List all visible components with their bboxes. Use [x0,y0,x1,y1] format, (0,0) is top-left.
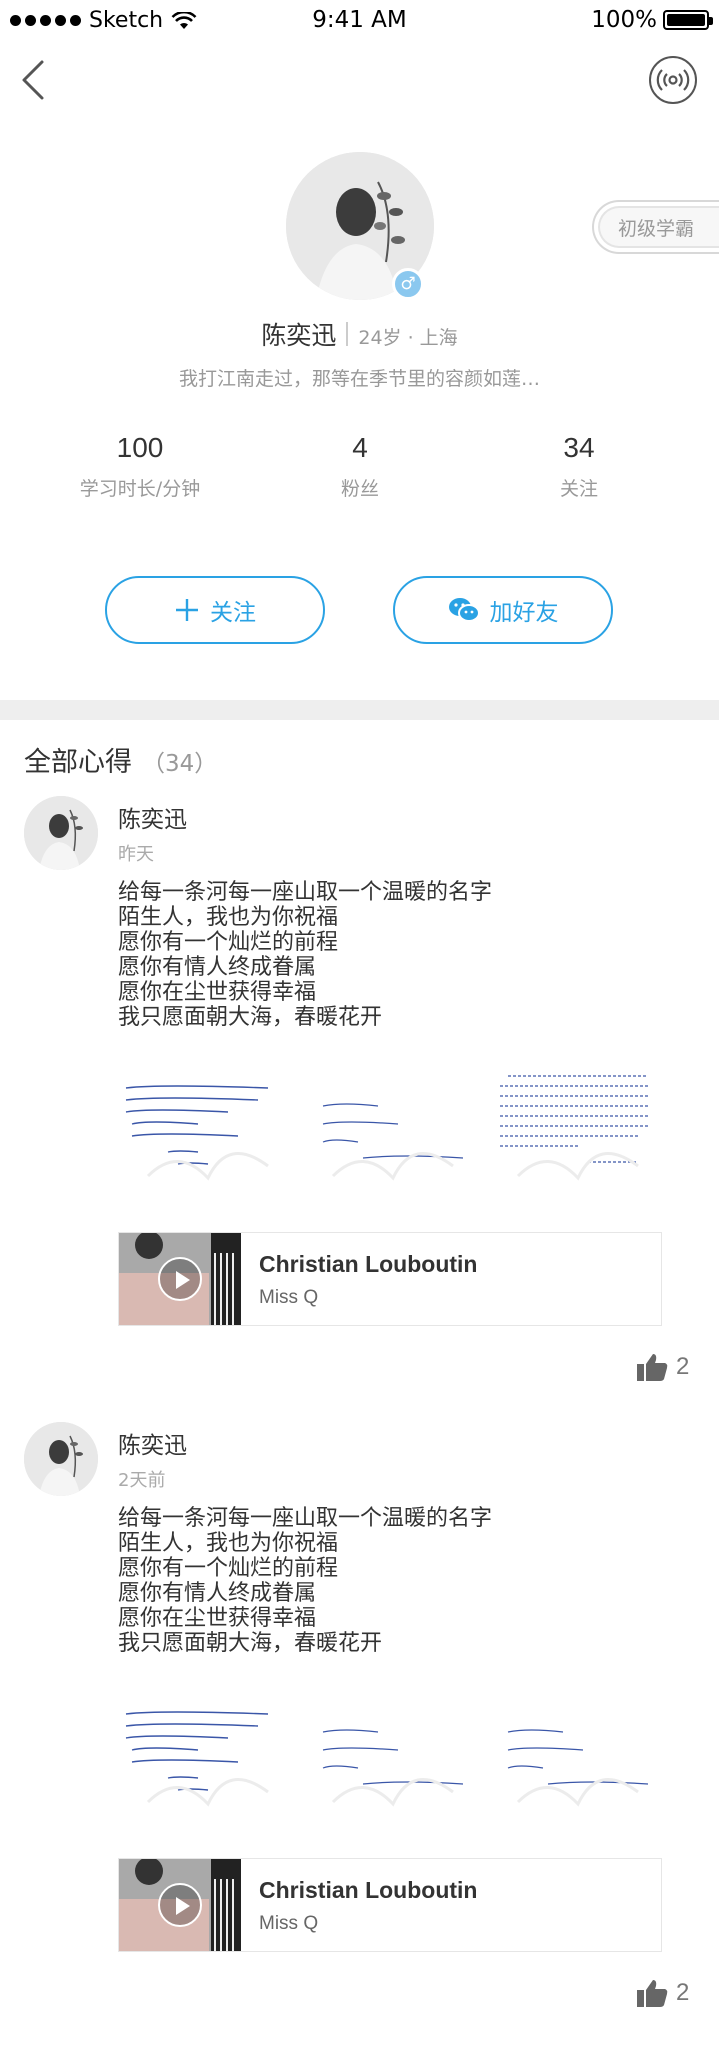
post-time: 2天前 [118,1470,166,1491]
male-icon: ♂ [392,268,424,300]
follow-label: 关注 [210,600,256,626]
avatar-photo [24,796,98,870]
handwriting-image [500,1075,648,1181]
stat-label: 粉丝 [340,478,379,500]
stat-value: 4 [352,432,368,463]
post-line: 愿你在尘世获得幸福 [118,1606,317,1631]
profile-meta: 24岁 · 上海 [358,327,458,349]
music-cover [119,1859,241,1951]
post-text: 给每一条河每一座山取一个温暖的名字 陌生人，我也为你祝福 愿你有一个灿烂的前程 … [118,1506,492,1656]
section-count: （34） [142,751,218,777]
post-image[interactable] [118,1066,293,1186]
post-card: 陈奕迅 2天前 给每一条河每一座山取一个温暖的名字 陌生人，我也为你祝福 愿你有… [0,1422,719,2042]
stat-value: 34 [563,432,595,463]
level-badge[interactable]: 初级学霸 [592,200,719,254]
add-friend-button[interactable]: 加好友 [393,576,613,644]
handwriting-image [322,1103,464,1181]
section-title-text: 全部心得 [24,747,132,778]
thumbs-up-icon [637,1980,668,2007]
avatar[interactable] [24,1422,98,1496]
broadcast-icon [656,69,690,91]
like-count: 2 [676,1353,690,1380]
profile-signature: 我打江南走过，那等在季节里的容颜如莲… [178,368,540,390]
music-artist: Miss Q [259,1287,319,1308]
post-image[interactable] [488,1066,663,1186]
back-button[interactable] [18,58,48,102]
level-badge-label: 初级学霸 [598,206,719,248]
like-button[interactable]: 2 [636,1978,689,2008]
post-line: 给每一条河每一座山取一个温暖的名字 [118,880,493,905]
like-count: 2 [676,1979,690,2006]
post-author[interactable]: 陈奕迅 [118,1426,187,1460]
post-line: 愿你有一个灿烂的前程 [118,1556,339,1581]
battery-icon [663,10,713,30]
status-right: 100% [591,7,713,33]
play-icon[interactable] [158,1257,202,1301]
post-line: 愿你有情人终成眷属 [118,955,317,980]
profile-name: 陈奕迅 [261,321,337,350]
post-line: 给每一条河每一座山取一个温暖的名字 [118,1506,493,1531]
post-image[interactable] [303,1066,478,1186]
add-friend-label: 加好友 [489,600,559,626]
handwriting-image [125,1711,269,1807]
handwriting-image [507,1729,649,1807]
thumbs-up-icon [637,1354,668,1381]
music-card[interactable]: Christian Louboutin Miss Q [118,1232,662,1326]
stat-value: 100 [116,432,164,463]
music-artist: Miss Q [259,1913,319,1934]
post-time: 昨天 [118,844,154,865]
post-line: 愿你有一个灿烂的前程 [118,930,339,955]
stat-label: 学习时长/分钟 [79,478,201,500]
music-title: Christian Louboutin [259,1877,478,1903]
post-card: 陈奕迅 昨天 给每一条河每一座山取一个温暖的名字 陌生人，我也为你祝福 愿你有一… [0,796,719,1416]
divider [346,322,349,346]
plus-icon [176,599,198,621]
follow-button[interactable]: 关注 [105,576,325,644]
post-author[interactable]: 陈奕迅 [118,800,187,834]
section-divider [0,700,719,720]
play-icon[interactable] [158,1883,202,1927]
music-card[interactable]: Christian Louboutin Miss Q [118,1858,662,1952]
section-title: 全部心得 （34） [24,740,217,779]
wechat-icon [448,598,480,622]
post-image[interactable] [118,1692,293,1812]
post-image[interactable] [488,1692,663,1812]
post-line: 陌生人，我也为你祝福 [118,905,339,930]
status-bar: Sketch 9:41 AM 100% [0,0,719,40]
chevron-left-icon [22,60,44,100]
profile-name-row: 陈奕迅 24岁 · 上海 [0,316,719,352]
post-line: 陌生人，我也为你祝福 [118,1531,339,1556]
post-text: 给每一条河每一座山取一个温暖的名字 陌生人，我也为你祝福 愿你有一个灿烂的前程 … [118,880,492,1030]
music-cover [119,1233,241,1325]
like-button[interactable]: 2 [636,1352,689,1382]
avatar-photo [24,1422,98,1496]
stat-following[interactable]: 34 关注 [479,432,679,501]
post-line: 愿你在尘世获得幸福 [118,980,317,1005]
post-line: 愿你有情人终成眷属 [118,1581,317,1606]
post-line: 我只愿面朝大海，春暖花开 [118,1005,383,1030]
broadcast-button[interactable] [649,56,697,104]
post-images [118,1692,663,1812]
post-line: 我只愿面朝大海，春暖花开 [118,1631,383,1656]
stat-study-time[interactable]: 100 学习时长/分钟 [40,432,240,501]
avatar[interactable] [24,796,98,870]
post-image[interactable] [303,1692,478,1812]
handwriting-image [322,1729,464,1807]
battery-percent: 100% [591,7,657,33]
handwriting-image [125,1085,269,1181]
music-title: Christian Louboutin [259,1251,478,1277]
post-images [118,1066,663,1186]
stat-followers[interactable]: 4 粉丝 [260,432,460,501]
stat-label: 关注 [559,478,598,500]
